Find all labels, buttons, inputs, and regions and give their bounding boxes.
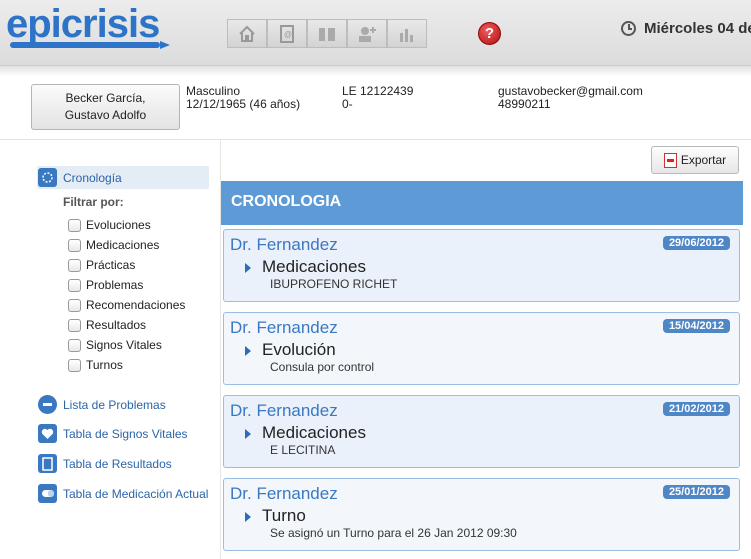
- patient-phone: 48990211: [498, 97, 551, 111]
- entry-date-badge: 21/02/2012: [662, 402, 730, 416]
- sidebar-item-label: Tabla de Resultados: [63, 456, 172, 471]
- entry-doctor[interactable]: Dr. Fernandez: [230, 235, 338, 255]
- entry-description: Se asignó un Turno para el 26 Jan 2012 0…: [270, 526, 517, 540]
- sidebar-item-medicacion[interactable]: Tabla de Medicación Actual: [38, 484, 208, 503]
- checkbox[interactable]: [68, 278, 81, 292]
- sidebar-item-label: Tabla de Signos Vitales: [63, 426, 188, 441]
- export-button[interactable]: Exportar: [651, 146, 739, 174]
- checkbox[interactable]: [68, 258, 81, 272]
- pdf-icon: [663, 152, 677, 168]
- filter-practicas[interactable]: Prácticas: [68, 258, 135, 272]
- expand-arrow-icon[interactable]: [245, 346, 251, 356]
- contacts-icon[interactable]: @: [267, 19, 307, 48]
- people-icon[interactable]: [307, 19, 347, 48]
- filter-turnos[interactable]: Turnos: [68, 358, 123, 372]
- help-icon[interactable]: ?: [478, 22, 501, 45]
- logo-pen-icon: [10, 41, 170, 49]
- patient-name-button[interactable]: Becker García, Gustavo Adolfo: [31, 84, 180, 130]
- entry-doctor[interactable]: Dr. Fernandez: [230, 484, 338, 504]
- filter-resultados[interactable]: Resultados: [68, 318, 146, 332]
- timeline-entry[interactable]: Dr. Fernandez 25/01/2012 Turno Se asignó…: [223, 478, 740, 551]
- sidebar-item-label: Lista de Problemas: [63, 397, 166, 412]
- entry-date-badge: 25/01/2012: [662, 485, 730, 499]
- filter-recomendaciones[interactable]: Recomendaciones: [68, 298, 185, 312]
- expand-arrow-icon[interactable]: [245, 429, 251, 439]
- filter-medicaciones[interactable]: Medicaciones: [68, 238, 159, 252]
- nav-buttons: @: [227, 19, 427, 48]
- sidebar-item-label: Tabla de Medicación Actual: [63, 486, 209, 501]
- svg-text:@: @: [284, 30, 292, 39]
- patient-document-extra: 0-: [342, 97, 353, 111]
- timeline-entry[interactable]: Dr. Fernandez 15/04/2012 Evolución Consu…: [223, 312, 740, 385]
- entry-type: Turno: [262, 506, 306, 525]
- entry-doctor[interactable]: Dr. Fernandez: [230, 318, 338, 338]
- expand-arrow-icon[interactable]: [245, 512, 251, 522]
- filter-signos-vitales[interactable]: Signos Vitales: [68, 338, 162, 352]
- document-icon: [38, 454, 57, 473]
- entry-type: Evolución: [262, 340, 336, 359]
- sidebar-item-resultados[interactable]: Tabla de Resultados: [38, 454, 172, 473]
- checkbox[interactable]: [68, 238, 81, 252]
- home-icon[interactable]: [227, 19, 267, 48]
- current-date: Miércoles 04 de: [644, 20, 751, 37]
- clock-icon: [621, 21, 636, 36]
- expand-arrow-icon[interactable]: [245, 263, 251, 273]
- filter-label-text: Recomendaciones: [86, 298, 186, 312]
- entry-description: IBUPROFENO RICHET: [270, 277, 398, 291]
- timeline-icon: [38, 168, 57, 187]
- sidebar-item-signos-vitales[interactable]: Tabla de Signos Vitales: [38, 424, 188, 443]
- entry-type: Medicaciones: [262, 423, 366, 442]
- top-bar-shadow: [0, 66, 751, 76]
- entry-date-badge: 15/04/2012: [662, 319, 730, 333]
- entry-description: Consula por control: [270, 360, 375, 374]
- checkbox[interactable]: [68, 318, 81, 332]
- filter-label-text: Turnos: [86, 358, 123, 372]
- checkbox[interactable]: [68, 358, 81, 372]
- minus-circle-icon: [38, 395, 57, 414]
- checkbox[interactable]: [68, 298, 81, 312]
- filter-label-text: Prácticas: [86, 258, 136, 272]
- entry-type: Medicaciones: [262, 257, 366, 276]
- sidebar-item-lista-problemas[interactable]: Lista de Problemas: [38, 395, 166, 414]
- filter-label-text: Signos Vitales: [86, 338, 162, 352]
- patient-given-name: Gustavo Adolfo: [64, 108, 147, 122]
- filter-label-text: Medicaciones: [86, 238, 160, 252]
- timeline-entry[interactable]: Dr. Fernandez 21/02/2012 Medicaciones E …: [223, 395, 740, 468]
- filter-label-text: Resultados: [86, 318, 147, 332]
- filter-label-text: Problemas: [86, 278, 144, 292]
- app-logo[interactable]: epicrisis: [6, 2, 160, 47]
- add-user-icon[interactable]: [347, 19, 387, 48]
- filter-label: Filtrar por:: [63, 195, 124, 209]
- sidebar-item-cronologia[interactable]: Cronología: [38, 168, 122, 187]
- export-label: Exportar: [680, 153, 727, 167]
- divider: [0, 139, 751, 140]
- filter-problemas[interactable]: Problemas: [68, 278, 143, 292]
- filter-evoluciones[interactable]: Evoluciones: [68, 218, 151, 232]
- timeline-entry[interactable]: Dr. Fernandez 29/06/2012 Medicaciones IB…: [223, 229, 740, 302]
- entry-date-badge: 29/06/2012: [662, 236, 730, 250]
- filter-label-text: Evoluciones: [86, 218, 151, 232]
- patient-surname: Becker García,: [65, 91, 146, 105]
- stats-icon[interactable]: [387, 19, 427, 48]
- checkbox[interactable]: [68, 218, 81, 232]
- sidebar-item-label: Cronología: [63, 170, 122, 185]
- entry-description: E LECITINA: [270, 443, 336, 457]
- checkbox[interactable]: [68, 338, 81, 352]
- pill-icon: [38, 484, 57, 503]
- section-title: CRONOLOGIA: [221, 181, 743, 225]
- patient-birth: 12/12/1965 (46 años): [186, 97, 301, 111]
- entry-doctor[interactable]: Dr. Fernandez: [230, 401, 338, 421]
- heart-monitor-icon: [38, 424, 57, 443]
